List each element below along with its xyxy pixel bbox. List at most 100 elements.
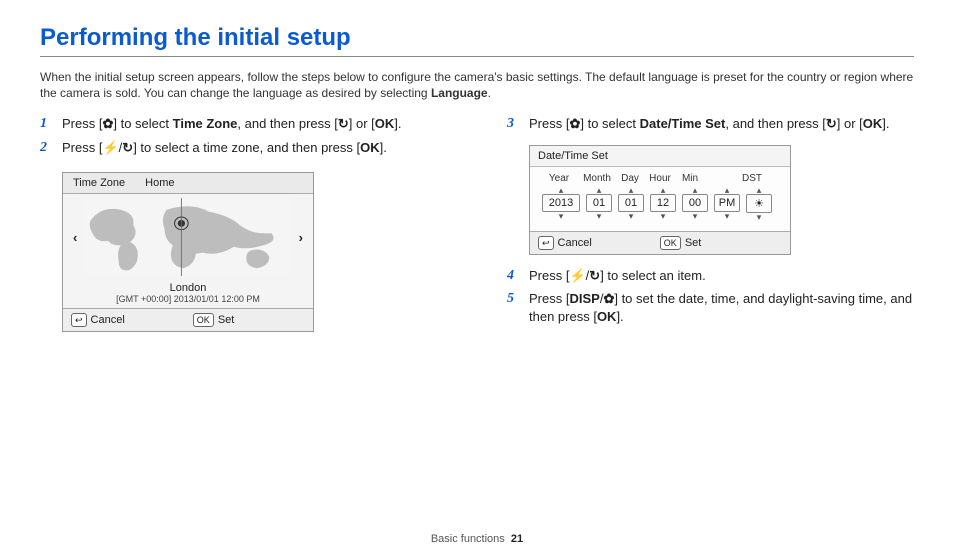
set-label: Set [685,237,702,249]
intro-post: . [488,86,491,100]
right-column: 3 Press [✿] to select Date/Time Set, and… [507,115,914,332]
datetime-labels: Year Month Day Hour Min DST [530,167,790,184]
prev-arrow-icon[interactable]: ‹ [69,230,81,245]
timer-icon: ↻ [338,115,349,133]
timezone-panel-foot: ↩ Cancel OK Set [63,308,313,331]
day-value: 01 [618,194,644,212]
next-arrow-icon[interactable]: › [295,230,307,245]
step-4: 4 Press [⚡/↻] to select an item. [507,267,914,291]
label-dst: DST [740,173,764,184]
step-number: 1 [40,115,47,134]
cancel-button[interactable]: ↩ Cancel [63,309,133,331]
chevron-down-icon[interactable]: ▾ [725,212,730,220]
disp-icon: DISP [569,290,599,308]
ok-icon: OK [360,139,380,157]
steps-left: 1 Press [✿] to select Time Zone, and the… [40,115,447,162]
step-number: 2 [40,139,47,158]
timezone-panel: Time Zone Home ‹ [62,172,314,332]
macro-icon: ✿ [569,115,580,133]
cancel-button[interactable]: ↩ Cancel [530,232,600,254]
set-button[interactable]: OK Set [185,309,243,331]
step-body: Press [✿] to select Time Zone, and then … [62,116,402,131]
min-value: 00 [682,194,708,212]
hour-stepper[interactable]: ▴ 12 ▾ [650,186,676,220]
datetime-panel: Date/Time Set Year Month Day Hour Min DS… [529,145,791,255]
month-value: 01 [586,194,612,212]
back-key-icon: ↩ [71,313,87,327]
ampm-value: PM [714,194,740,212]
steps-right-2: 4 Press [⚡/↻] to select an item. 5 Press… [507,267,914,332]
ok-key-icon: OK [193,313,214,327]
chevron-down-icon[interactable]: ▾ [693,212,698,220]
ampm-stepper[interactable]: ▴ PM ▾ [714,186,740,220]
steps-right: 3 Press [✿] to select Date/Time Set, and… [507,115,914,139]
page-footer: Basic functions 21 [0,533,954,545]
timer-icon: ↻ [122,139,133,157]
chevron-down-icon[interactable]: ▾ [661,212,666,220]
chevron-up-icon[interactable]: ▴ [597,186,602,194]
tab-timezone[interactable]: Time Zone [63,173,135,193]
intro-text: When the initial setup screen appears, f… [40,69,914,101]
world-map [83,198,292,276]
footer-page: 21 [511,533,523,545]
step-body: Press [✿] to select Date/Time Set, and t… [529,116,889,131]
cancel-label: Cancel [558,237,592,249]
chevron-down-icon[interactable]: ▾ [559,212,564,220]
dst-icon: ☀ [746,194,772,213]
hour-value: 12 [650,194,676,212]
chevron-up-icon[interactable]: ▴ [725,186,730,194]
city-label: London [63,280,313,294]
page: Performing the initial setup When the in… [0,0,954,557]
chevron-up-icon[interactable]: ▴ [661,186,666,194]
ok-icon: OK [375,115,395,133]
chevron-up-icon[interactable]: ▴ [559,186,564,194]
step-body: Press [DISP/✿] to set the date, time, an… [529,291,912,324]
chevron-down-icon[interactable]: ▾ [597,212,602,220]
step-3: 3 Press [✿] to select Date/Time Set, and… [507,115,914,139]
datetime-panel-title: Date/Time Set [530,146,790,167]
chevron-up-icon[interactable]: ▴ [629,186,634,194]
flash-icon: ⚡ [569,267,585,285]
timer-icon: ↻ [589,267,600,285]
macro-icon: ✿ [603,290,614,308]
left-column: 1 Press [✿] to select Time Zone, and the… [40,115,447,332]
label-hour: Hour [648,173,672,184]
intro-bold: Language [431,86,488,100]
step-body: Press [⚡/↻] to select a time zone, and t… [62,140,387,155]
set-label: Set [218,314,235,326]
chevron-up-icon[interactable]: ▴ [693,186,698,194]
flash-icon: ⚡ [102,139,118,157]
datetime-panel-foot: ↩ Cancel OK Set [530,231,790,254]
gmt-label: [GMT +00:00] 2013/01/01 12:00 PM [63,294,313,308]
chevron-down-icon[interactable]: ▾ [629,212,634,220]
year-stepper[interactable]: ▴ 2013 ▾ [542,186,580,220]
dst-stepper[interactable]: ▴ ☀ ▾ [746,186,772,221]
label-min: Min [678,173,702,184]
step-body: Press [⚡/↻] to select an item. [529,268,706,283]
back-key-icon: ↩ [538,236,554,250]
map-row: ‹ › [63,194,313,280]
cancel-label: Cancel [91,314,125,326]
title-rule [40,56,914,57]
label-month: Month [582,173,612,184]
timer-icon: ↻ [826,115,837,133]
chevron-up-icon[interactable]: ▴ [757,186,762,194]
ok-icon: OK [597,308,617,326]
step-2: 2 Press [⚡/↻] to select a time zone, and… [40,139,447,163]
page-title: Performing the initial setup [40,24,914,52]
label-year: Year [542,173,576,184]
timezone-panel-head: Time Zone Home [63,173,313,194]
step-5: 5 Press [DISP/✿] to set the date, time, … [507,290,914,331]
min-stepper[interactable]: ▴ 00 ▾ [682,186,708,220]
footer-section: Basic functions [431,533,505,545]
set-button[interactable]: OK Set [652,232,710,254]
month-stepper[interactable]: ▴ 01 ▾ [586,186,612,220]
step-number: 3 [507,115,514,134]
step-number: 4 [507,267,514,286]
columns: 1 Press [✿] to select Time Zone, and the… [40,115,914,332]
chevron-down-icon[interactable]: ▾ [757,213,762,221]
macro-icon: ✿ [102,115,113,133]
day-stepper[interactable]: ▴ 01 ▾ [618,186,644,220]
tab-home[interactable]: Home [135,173,184,193]
label-day: Day [618,173,642,184]
